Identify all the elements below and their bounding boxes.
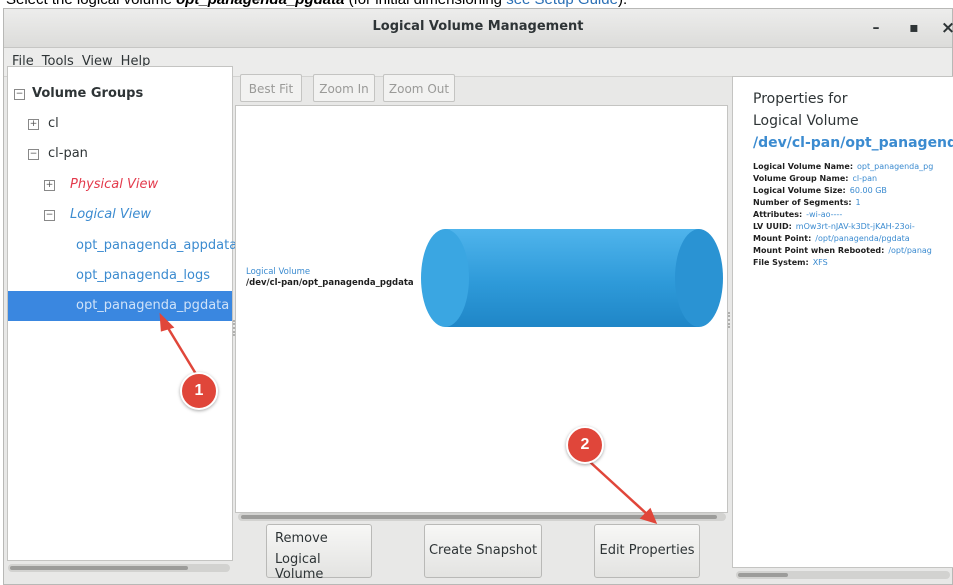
tree-group-cl-pan-label: cl-pan — [48, 146, 88, 161]
maximize-button[interactable]: ▪ — [902, 15, 926, 41]
property-value: /opt/panagenda/pgdata — [815, 234, 910, 243]
remove-button-line1: Remove — [275, 531, 328, 546]
properties-subheading: Logical Volume — [753, 113, 859, 129]
caption-prefix: Select the logical volume — [6, 0, 176, 8]
tree-physical-view[interactable]: + Physical View — [8, 172, 232, 198]
tree-volume-appdata-label: opt_panagenda_appdata — [76, 238, 238, 253]
tree-volume-pgdata[interactable]: opt_panagenda_pgdata — [8, 291, 232, 321]
property-value: -wi-ao---- — [806, 210, 843, 219]
property-row: Logical Volume Size: 60.00 GB — [753, 186, 887, 195]
tree-volume-logs-label: opt_panagenda_logs — [76, 268, 211, 283]
property-value: opt_panagenda_pg — [857, 162, 934, 171]
create-snapshot-button[interactable]: Create Snapshot — [424, 524, 542, 578]
caption-volume-name: opt_panagenda_pgdata — [176, 0, 344, 8]
property-key: Logical Volume Size: — [753, 186, 846, 195]
logical-volume-cylinder[interactable] — [420, 227, 724, 329]
property-value: XFS — [812, 258, 828, 267]
remove-button-line2: Logical Volume — [275, 552, 324, 582]
property-row: File System: XFS — [753, 258, 828, 267]
properties-pane: Properties for Logical Volume /dev/cl-pa… — [732, 76, 953, 568]
property-key: File System: — [753, 258, 809, 267]
property-row: Attributes: -wi-ao---- — [753, 210, 842, 219]
volume-tree: − Volume Groups + cl − cl-pan + Physical… — [7, 66, 237, 561]
tree-physical-view-label: Physical View — [70, 177, 159, 192]
volume-diagram-pane: Logical Volume /dev/cl-pan/opt_panagenda… — [235, 105, 728, 513]
diagram-type-label: Logical Volume — [246, 267, 311, 277]
setup-guide-link[interactable]: see Setup Guide — [506, 0, 618, 8]
zoom-out-button[interactable]: Zoom Out — [383, 74, 455, 102]
tree-group-cl[interactable]: + cl — [8, 111, 232, 137]
tree-logical-view-label: Logical View — [70, 207, 152, 222]
diagram-horizontal-scrollbar[interactable] — [238, 513, 726, 521]
property-key: Logical Volume Name: — [753, 162, 854, 171]
tree-logical-view[interactable]: − Logical View — [8, 202, 232, 228]
tree-group-cl-pan[interactable]: − cl-pan — [8, 141, 232, 167]
property-key: Number of Segments: — [753, 198, 852, 207]
collapse-icon[interactable]: − — [14, 89, 25, 100]
annotation-badge-2: 2 — [566, 426, 604, 464]
scrollbar-thumb[interactable] — [738, 573, 788, 577]
tree-root-volume-groups[interactable]: − Volume Groups — [8, 81, 232, 107]
tree-horizontal-scrollbar[interactable] — [8, 564, 230, 572]
property-value: cl-pan — [852, 174, 878, 183]
property-value: mOw3rt-nJAV-k3Dt-jKAH-23oi- — [795, 222, 915, 231]
collapse-icon[interactable]: − — [28, 149, 39, 160]
property-key: Mount Point: — [753, 234, 812, 243]
property-row: Number of Segments: 1 — [753, 198, 861, 207]
edit-properties-button[interactable]: Edit Properties — [594, 524, 700, 578]
caption-suffix: ). — [618, 0, 627, 8]
property-value: /opt/panag — [888, 246, 932, 255]
property-row: LV UUID: mOw3rt-nJAV-k3Dt-jKAH-23oi- — [753, 222, 915, 231]
best-fit-button[interactable]: Best Fit — [240, 74, 302, 102]
caption-middle: (for initial dimensioning — [344, 0, 506, 8]
scrollbar-thumb[interactable] — [241, 515, 717, 519]
tree-root-label: Volume Groups — [32, 86, 144, 101]
collapse-icon[interactable]: − — [44, 210, 55, 221]
expand-icon[interactable]: + — [44, 180, 55, 191]
property-row: Volume Group Name: cl-pan — [753, 174, 877, 183]
scrollbar-thumb[interactable] — [10, 566, 188, 570]
property-value: 1 — [855, 198, 861, 207]
remove-logical-volume-button[interactable]: Remove Logical Volume — [266, 524, 372, 582]
minimize-button[interactable]: – — [864, 15, 888, 41]
property-row: Logical Volume Name: opt_panagenda_pg — [753, 162, 933, 171]
property-key: LV UUID: — [753, 222, 792, 231]
properties-heading: Properties for — [753, 91, 848, 107]
properties-horizontal-scrollbar[interactable] — [736, 571, 950, 579]
tree-group-cl-label: cl — [48, 116, 59, 131]
tree-volume-appdata[interactable]: opt_panagenda_appdata — [8, 233, 237, 259]
tree-volume-logs[interactable]: opt_panagenda_logs — [8, 263, 232, 289]
close-button[interactable]: × — [936, 15, 953, 41]
expand-icon[interactable]: + — [28, 119, 39, 130]
property-key: Attributes: — [753, 210, 803, 219]
property-value: 60.00 GB — [849, 186, 887, 195]
property-row: Mount Point when Rebooted:/opt/panag — [753, 246, 932, 255]
property-key: Volume Group Name: — [753, 174, 849, 183]
property-row: Mount Point:/opt/panagenda/pgdata — [753, 234, 910, 243]
diagram-path-label: /dev/cl-pan/opt_panagenda_pgdata — [246, 278, 414, 288]
property-key: Mount Point when Rebooted: — [753, 246, 885, 255]
properties-path: /dev/cl-pan/opt_panagenda — [753, 135, 953, 151]
tree-volume-pgdata-label: opt_panagenda_pgdata — [76, 298, 230, 313]
zoom-in-button[interactable]: Zoom In — [313, 74, 375, 102]
window-title: Logical Volume Management — [372, 19, 584, 34]
title-bar: Logical Volume Management – ▪ × — [4, 9, 953, 48]
annotation-badge-1: 1 — [180, 372, 218, 410]
